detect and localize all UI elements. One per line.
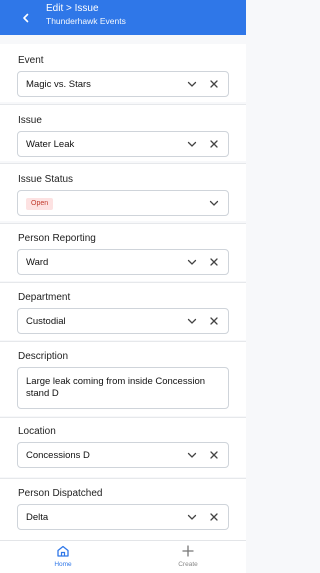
- chevron-down-icon[interactable]: [208, 197, 220, 209]
- event-value: Magic vs. Stars: [26, 79, 91, 90]
- clear-icon[interactable]: [208, 138, 220, 150]
- department-section: Department Custodial: [0, 283, 246, 340]
- tab-create-label: Create: [178, 561, 198, 568]
- bottom-tab-bar: Home Create: [0, 540, 246, 573]
- issue-status-label: Issue Status: [18, 174, 74, 185]
- chevron-down-icon[interactable]: [186, 138, 198, 150]
- department-label: Department: [18, 292, 71, 303]
- event-select[interactable]: Magic vs. Stars: [17, 71, 229, 97]
- clear-icon[interactable]: [208, 78, 220, 90]
- clear-icon[interactable]: [208, 256, 220, 268]
- event-label: Event: [18, 55, 44, 66]
- plus-icon: [182, 545, 194, 557]
- app-header: Edit > Issue Thunderhawk Events: [0, 0, 246, 35]
- event-section: Event Magic vs. Stars: [0, 44, 246, 102]
- person-reporting-select[interactable]: Ward: [17, 249, 229, 275]
- location-label: Location: [18, 426, 56, 437]
- person-reporting-label: Person Reporting: [18, 233, 96, 244]
- description-textarea[interactable]: Large leak coming from inside Concession…: [17, 367, 229, 409]
- chevron-down-icon[interactable]: [186, 78, 198, 90]
- clear-icon[interactable]: [208, 511, 220, 523]
- page-title: Edit > Issue: [46, 3, 99, 14]
- issue-value: Water Leak: [26, 139, 75, 150]
- tab-create[interactable]: Create: [158, 544, 218, 572]
- issue-status-section: Issue Status Open: [0, 164, 246, 221]
- back-button[interactable]: [15, 7, 37, 29]
- form-scroll-area[interactable]: Event Magic vs. Stars Issue Water Leak I…: [0, 35, 246, 540]
- location-value: Concessions D: [26, 450, 90, 461]
- issue-label: Issue: [18, 115, 42, 126]
- location-section: Location Concessions D: [0, 418, 246, 477]
- location-select[interactable]: Concessions D: [17, 442, 229, 468]
- issue-section: Issue Water Leak: [0, 105, 246, 161]
- department-select[interactable]: Custodial: [17, 308, 229, 334]
- person-dispatched-label: Person Dispatched: [18, 488, 103, 499]
- department-value: Custodial: [26, 316, 66, 327]
- tab-home[interactable]: Home: [33, 544, 93, 572]
- person-reporting-value: Ward: [26, 257, 49, 268]
- chevron-down-icon[interactable]: [186, 449, 198, 461]
- chevron-down-icon[interactable]: [186, 315, 198, 327]
- description-section: Description Large leak coming from insid…: [0, 342, 246, 416]
- description-label: Description: [18, 351, 69, 362]
- chevron-left-icon: [23, 13, 29, 23]
- tab-home-label: Home: [54, 561, 72, 568]
- home-icon: [57, 545, 69, 557]
- status-badge: Open: [26, 198, 54, 210]
- clear-icon[interactable]: [208, 315, 220, 327]
- person-dispatched-value: Delta: [26, 512, 49, 523]
- person-dispatched-section: Person Dispatched Delta: [0, 479, 246, 540]
- page-subtitle: Thunderhawk Events: [46, 16, 126, 26]
- person-reporting-section: Person Reporting Ward: [0, 224, 246, 281]
- person-dispatched-select[interactable]: Delta: [17, 504, 229, 530]
- chevron-down-icon[interactable]: [186, 256, 198, 268]
- chevron-down-icon[interactable]: [186, 511, 198, 523]
- issue-select[interactable]: Water Leak: [17, 131, 229, 157]
- issue-status-select[interactable]: Open: [17, 190, 229, 216]
- clear-icon[interactable]: [208, 449, 220, 461]
